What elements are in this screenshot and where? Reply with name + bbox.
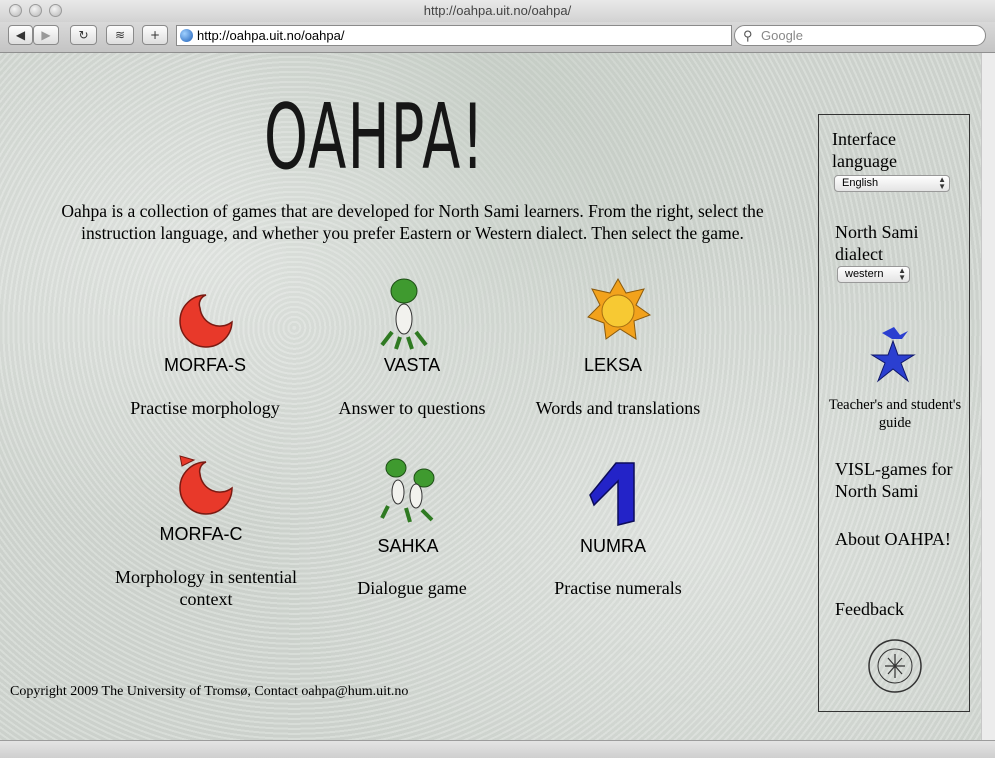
back-button[interactable]: ◀ <box>8 25 33 45</box>
address-text: http://oahpa.uit.no/oahpa/ <box>197 28 345 43</box>
game-desc-vasta: Answer to questions <box>338 398 486 418</box>
interface-language-label: Interface language <box>832 129 897 171</box>
reload-button[interactable]: ↻ <box>70 25 97 45</box>
globe-icon <box>180 29 193 42</box>
address-field[interactable]: http://oahpa.uit.no/oahpa/ <box>176 25 732 46</box>
select-arrows-icon: ▲ ▼ <box>938 175 946 191</box>
guide-link[interactable]: Teacher's and student's guide <box>827 396 963 432</box>
game-desc-sahka: Dialogue game <box>357 578 467 598</box>
game-title-morfa-s[interactable]: MORFA-S <box>145 355 265 376</box>
window-titlebar: http://oahpa.uit.no/oahpa/ <box>0 0 995 23</box>
back-arrow-icon: ◀ <box>15 28 26 42</box>
search-placeholder: Google <box>761 28 803 43</box>
oahpa-logo[interactable]: OAHPA! <box>264 88 484 188</box>
status-bar <box>0 740 995 758</box>
forward-arrow-icon: ▶ <box>41 28 51 42</box>
guide-star-figure-icon[interactable] <box>870 325 916 385</box>
browser-toolbar: ◀ ▶ ↻ ≋ + http://oahpa.uit.no/oahpa/ ⚲ G… <box>0 22 995 53</box>
feedback-link[interactable]: Feedback <box>835 598 955 620</box>
dialect-label: North Sami dialect <box>835 222 919 264</box>
window-title: http://oahpa.uit.no/oahpa/ <box>423 3 572 18</box>
numra-one-icon[interactable] <box>588 461 640 527</box>
game-desc-numra: Practise numerals <box>554 578 682 598</box>
plus-icon: + <box>149 28 161 42</box>
game-title-numra[interactable]: NUMRA <box>553 536 673 557</box>
morfa-s-moon-icon[interactable] <box>176 290 236 350</box>
vertical-scrollbar[interactable] <box>981 53 995 740</box>
intro-text: Oahpa is a collection of games that are … <box>61 201 764 243</box>
copyright-footer: Copyright 2009 The University of Tromsø,… <box>10 684 409 699</box>
interface-language-value: English <box>842 177 879 189</box>
game-desc-leksa: Words and translations <box>535 398 701 418</box>
search-field[interactable]: ⚲ Google <box>734 25 986 46</box>
interface-language-select[interactable]: English ▲ ▼ <box>834 175 950 192</box>
reload-icon: ↻ <box>78 28 89 42</box>
dialect-value: western <box>845 268 884 280</box>
leksa-sun-icon[interactable] <box>584 277 652 341</box>
about-oahpa-link[interactable]: About OAHPA! <box>835 528 955 550</box>
search-icon: ⚲ <box>743 28 753 43</box>
select-arrows-icon: ▲ ▼ <box>898 266 906 282</box>
game-desc-morfa-c: Morphology in sentential context <box>115 567 297 609</box>
morfa-c-moon-icon[interactable] <box>174 450 238 518</box>
add-bookmark-button[interactable]: + <box>142 25 168 45</box>
game-title-morfa-c[interactable]: MORFA-C <box>141 524 261 545</box>
vasta-figure-icon[interactable] <box>378 277 430 352</box>
game-desc-morfa-s: Practise morphology <box>130 398 280 418</box>
forward-button[interactable]: ▶ <box>33 25 59 45</box>
sahka-figures-icon[interactable] <box>380 456 444 528</box>
page-content: OAHPA! Oahpa is a collection of games th… <box>0 53 981 740</box>
snapback-button[interactable]: ≋ <box>106 25 134 45</box>
game-title-vasta[interactable]: VASTA <box>352 355 472 376</box>
university-seal-logo <box>868 639 922 693</box>
dialect-select[interactable]: western ▲ ▼ <box>837 266 910 283</box>
visl-games-link[interactable]: VISL-games for North Sami <box>835 458 965 502</box>
snapback-icon: ≋ <box>114 28 126 42</box>
game-title-sahka[interactable]: SAHKA <box>348 536 468 557</box>
game-title-leksa[interactable]: LEKSA <box>553 355 673 376</box>
